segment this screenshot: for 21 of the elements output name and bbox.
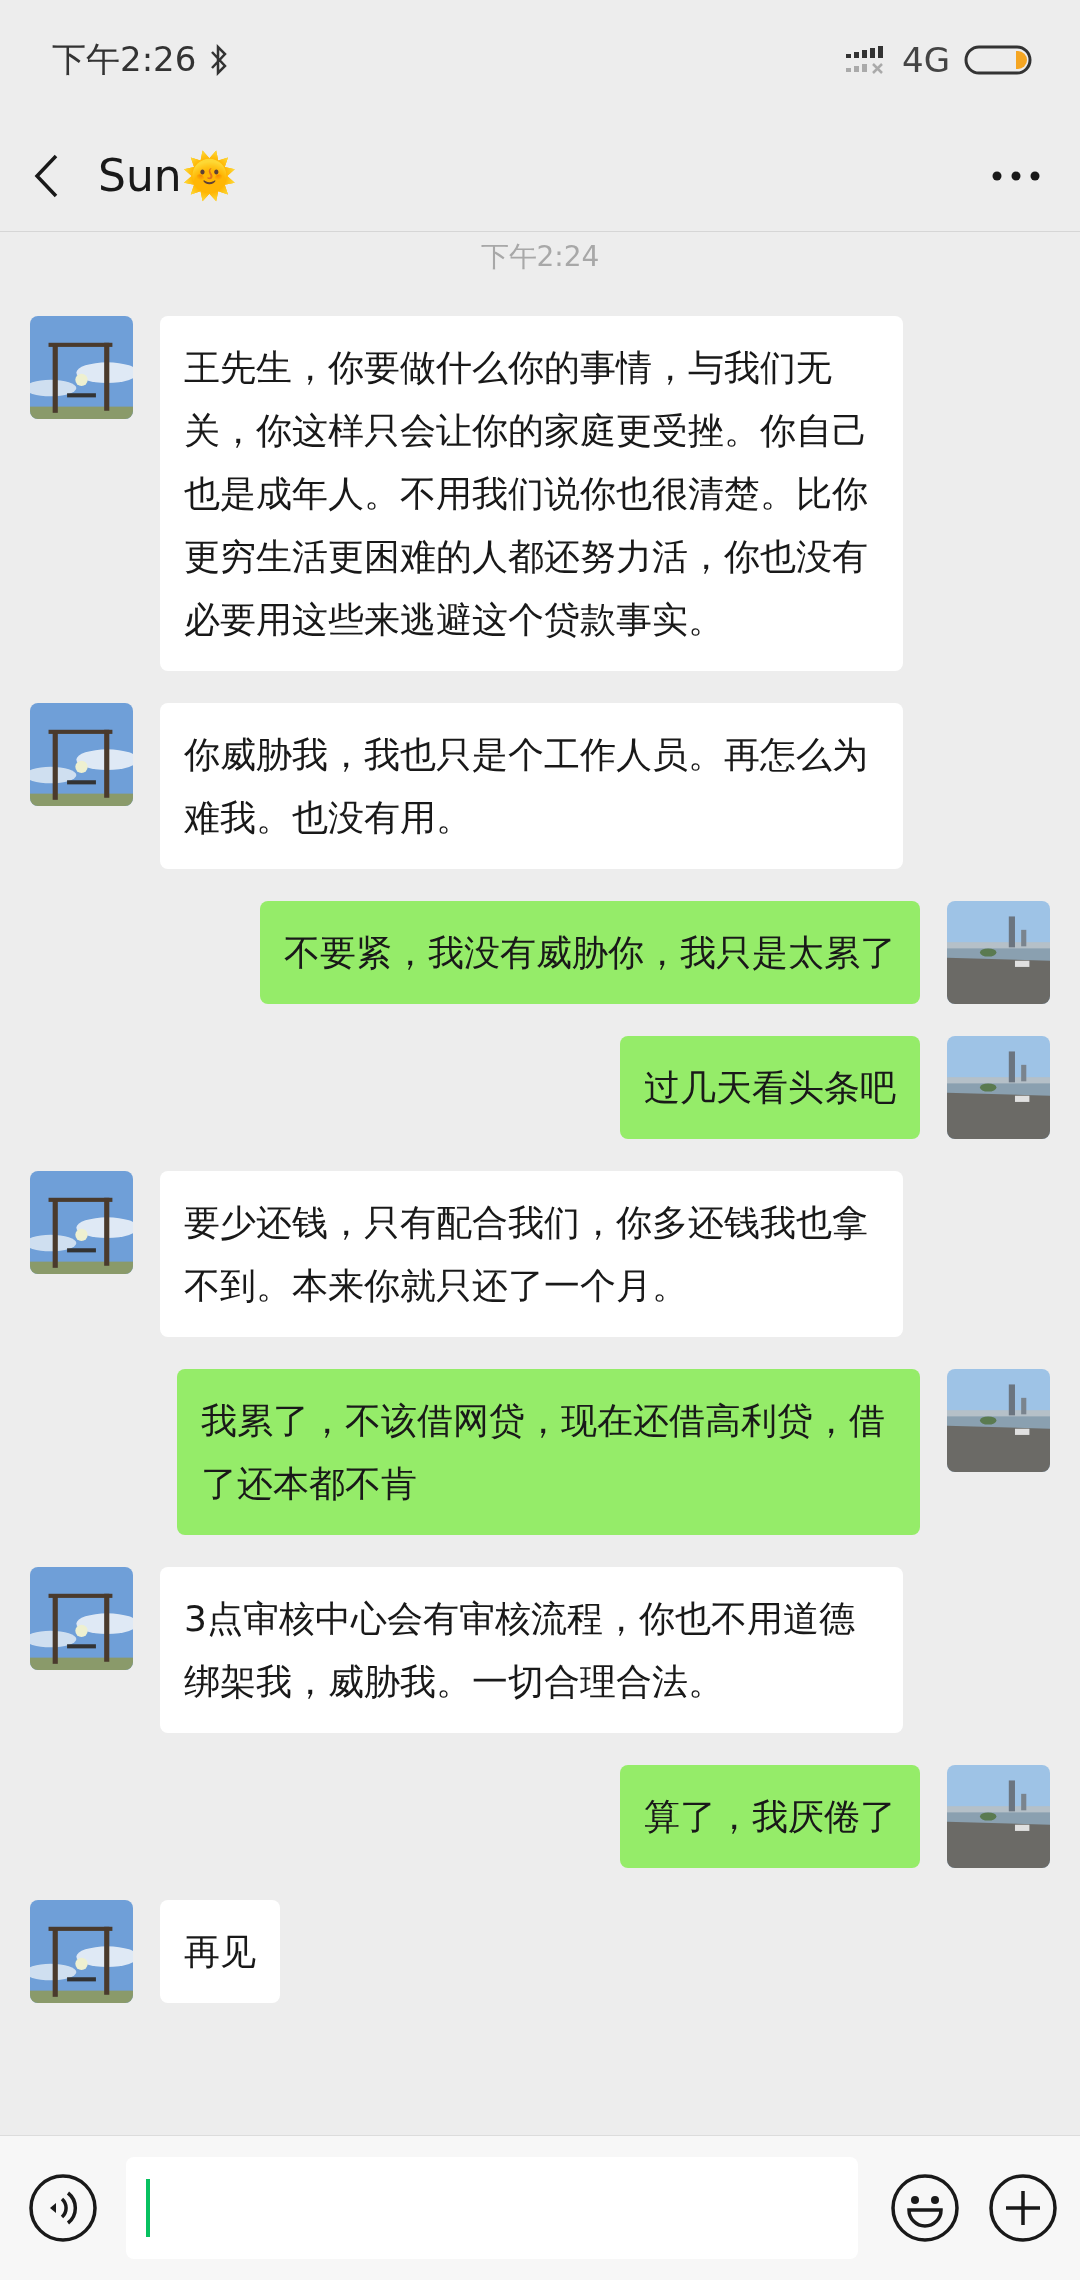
- status-time: 下午2:26: [52, 38, 197, 81]
- sent-message: 算了，我厌倦了: [620, 1765, 920, 1868]
- voice-icon[interactable]: [28, 2173, 98, 2243]
- received-message: 再见: [160, 1900, 280, 2003]
- emoji-icon[interactable]: [890, 2173, 960, 2243]
- sent-message: 我累了，不该借网贷，现在还借高利贷，借了还本都不肯: [177, 1369, 920, 1535]
- sent-message: 过几天看头条吧: [620, 1036, 920, 1139]
- sent-message: 不要紧，我没有威胁你，我只是太累了: [260, 901, 920, 1004]
- add-icon[interactable]: [988, 2173, 1058, 2243]
- message-time: 下午2:24: [480, 239, 600, 275]
- battery-icon: [964, 45, 1032, 75]
- chat-title: Sun🌞: [98, 149, 238, 202]
- more-icon[interactable]: [992, 170, 1040, 181]
- received-message: 3点审核中心会有审核流程，你也不用道德绑架我，威胁我。一切合理合法。: [160, 1567, 903, 1733]
- network-type: 4G: [902, 40, 950, 80]
- received-message: 你威胁我，我也只是个工作人员。再怎么为难我。也没有用。: [160, 703, 903, 869]
- back-icon[interactable]: [34, 153, 58, 198]
- received-message: 要少还钱，只有配合我们，你多还钱我也拿不到。本来你就只还了一个月。: [160, 1171, 903, 1337]
- bluetooth-icon: [210, 44, 229, 76]
- message-input[interactable]: [126, 2157, 858, 2259]
- received-message: 王先生，你要做什么你的事情，与我们无关，你这样只会让你的家庭更受挫。你自己也是成年人。不用我们说你也很清楚。比你更穷生活更困难的人都还努力活，你也没有必要用这些来逃避这个贷款事实。: [160, 316, 903, 671]
